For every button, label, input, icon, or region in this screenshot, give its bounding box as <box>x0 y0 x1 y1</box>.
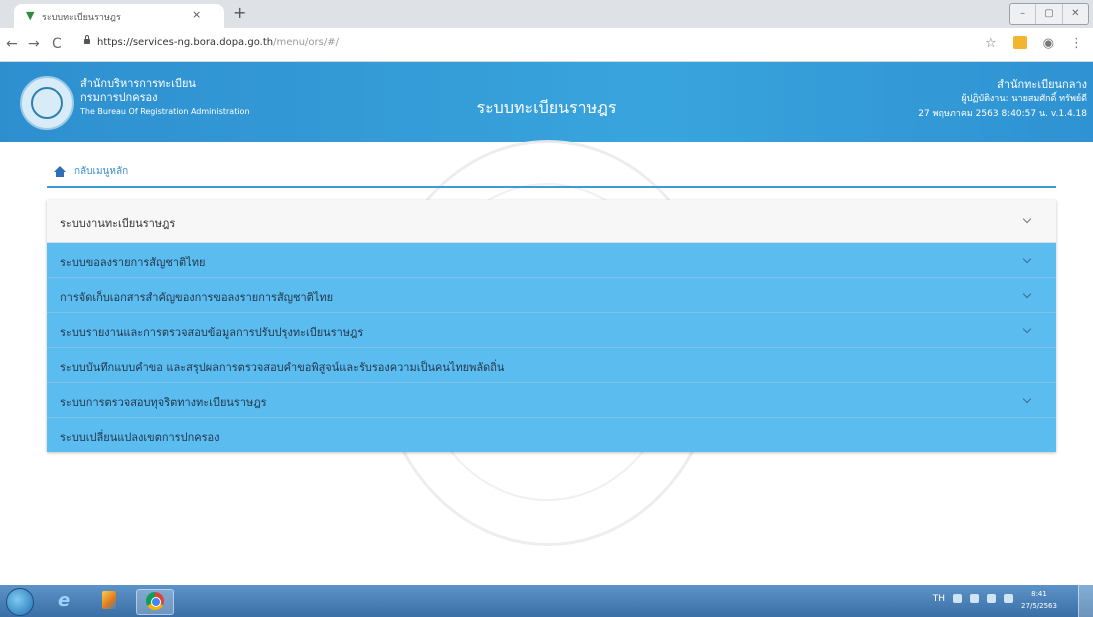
language-indicator[interactable]: TH <box>933 594 945 604</box>
menu-item-fraud-check[interactable]: ระบบการตรวจสอบทุจริตทางทะเบียนราษฎร <box>47 383 1056 418</box>
toolbar-actions: ☆ ◉ ⋮ <box>985 36 1083 51</box>
menu-item-thai-nationality-request[interactable]: ระบบขอลงรายการสัญชาติไทย <box>47 243 1056 278</box>
menu-item-label: ระบบบันทึกแบบคำขอ และสรุปผลการตรวจสอบคำข… <box>60 361 505 374</box>
office-name: สำนักทะเบียนกลาง <box>997 78 1087 91</box>
url-base: https://services-ng.bora.dopa.go.th <box>97 37 274 48</box>
menu-item-document-storage[interactable]: การจัดเก็บเอกสารสำคัญของการขอลงรายการสัญ… <box>47 278 1056 313</box>
tab-close-icon[interactable]: × <box>192 8 201 21</box>
back-icon[interactable]: ← <box>6 36 18 52</box>
chevron-down-icon[interactable] <box>1022 214 1032 224</box>
os-taskbar: e TH 8:41 27/5/2563 <box>0 585 1093 617</box>
tray-app-icon[interactable] <box>953 594 962 603</box>
back-to-main-menu-link[interactable]: กลับเมนูหลัก <box>74 164 128 179</box>
taskbar-ie-button[interactable]: e <box>48 589 84 613</box>
lock-icon <box>84 35 90 44</box>
session-info: สำนักทะเบียนกลาง ผู้ปฏิบัติงาน: นายสมศัก… <box>918 78 1087 122</box>
breadcrumb-divider <box>47 186 1056 188</box>
chrome-icon <box>146 592 164 610</box>
window-controls: – ▢ ✕ <box>1009 3 1089 25</box>
taskbar-chrome-button[interactable] <box>136 589 174 615</box>
minimize-button[interactable]: – <box>1010 4 1035 24</box>
close-window-button[interactable]: ✕ <box>1061 4 1088 24</box>
extension-icon[interactable] <box>1012 36 1027 49</box>
breadcrumb[interactable]: กลับเมนูหลัก <box>54 164 128 179</box>
url-path: /menu/ors/#/ <box>273 37 339 48</box>
home-icon[interactable] <box>54 166 66 177</box>
system-tray: TH <box>933 594 1013 604</box>
datetime-version: 27 พฤษภาคม 2563 8:40:57 น. v.1.4.18 <box>918 109 1087 119</box>
menu-item-label: ระบบเปลี่ยนแปลงเขตการปกครอง <box>60 431 220 444</box>
chevron-down-icon[interactable] <box>1022 254 1032 264</box>
tray-network-icon[interactable] <box>987 594 996 603</box>
address-bar[interactable]: https://services-ng.bora.dopa.go.th/menu… <box>97 37 339 48</box>
menu-dots-icon[interactable]: ⋮ <box>1070 36 1083 51</box>
media-player-icon <box>102 591 116 609</box>
system-menu: ระบบงานทะเบียนราษฎร ระบบขอลงรายการสัญชาต… <box>47 200 1056 452</box>
clock-time: 8:41 <box>1031 590 1047 598</box>
chevron-down-icon[interactable] <box>1022 289 1032 299</box>
maximize-button[interactable]: ▢ <box>1035 4 1061 24</box>
menu-item-label: ระบบการตรวจสอบทุจริตทางทะเบียนราษฎร <box>60 396 267 409</box>
bookmark-star-icon[interactable]: ☆ <box>985 36 997 51</box>
taskbar-clock[interactable]: 8:41 27/5/2563 <box>1019 588 1059 612</box>
start-button[interactable] <box>6 588 34 616</box>
internet-explorer-icon: e <box>58 590 71 611</box>
menu-item-label: การจัดเก็บเอกสารสำคัญของการขอลงรายการสัญ… <box>60 291 334 304</box>
reload-icon[interactable]: C <box>52 36 62 52</box>
profile-icon[interactable]: ◉ <box>1043 36 1054 51</box>
forward-icon[interactable]: → <box>28 36 40 52</box>
tab-title: ระบบทะเบียนราษฎร <box>42 13 121 23</box>
menu-item-label: ระบบขอลงรายการสัญชาติไทย <box>60 256 206 269</box>
menu-item-reports-audit[interactable]: ระบบรายงานและการตรวจสอบข้อมูลการปรับปรุง… <box>47 313 1056 348</box>
menu-item-administrative-area-change[interactable]: ระบบเปลี่ยนแปลงเขตการปกครอง <box>47 418 1056 452</box>
page-header: สำนักบริหารการทะเบียน กรมการปกครอง The B… <box>0 62 1093 142</box>
site-favicon-icon: ▼ <box>26 9 35 22</box>
show-desktop-button[interactable] <box>1078 585 1093 617</box>
clock-date: 27/5/2563 <box>1021 602 1057 610</box>
menu-item-label: ระบบงานทะเบียนราษฎร <box>60 217 176 230</box>
menu-item-civil-registration[interactable]: ระบบงานทะเบียนราษฎร <box>47 200 1056 243</box>
user-name: ผู้ปฏิบัติงาน: นายสมศักดิ์ ทรัพย์ดี <box>961 94 1087 104</box>
browser-toolbar: ← → C https://services-ng.bora.dopa.go.t… <box>0 28 1093 62</box>
browser-tab[interactable]: ▼ ระบบทะเบียนราษฎร × <box>14 4 224 28</box>
tray-flag-icon[interactable] <box>970 594 979 603</box>
menu-item-label: ระบบรายงานและการตรวจสอบข้อมูลการปรับปรุง… <box>60 326 364 339</box>
org-name-thai: สำนักบริหารการทะเบียน <box>80 77 196 90</box>
tray-volume-icon[interactable] <box>1004 594 1013 603</box>
browser-tab-bar: ▼ ระบบทะเบียนราษฎร × + – ▢ ✕ <box>0 0 1093 28</box>
chevron-down-icon[interactable] <box>1022 394 1032 404</box>
chevron-down-icon[interactable] <box>1022 324 1032 334</box>
taskbar-media-player-button[interactable] <box>92 589 128 613</box>
menu-item-displaced-thai-request[interactable]: ระบบบันทึกแบบคำขอ และสรุปผลการตรวจสอบคำข… <box>47 348 1056 383</box>
new-tab-button[interactable]: + <box>233 4 246 22</box>
